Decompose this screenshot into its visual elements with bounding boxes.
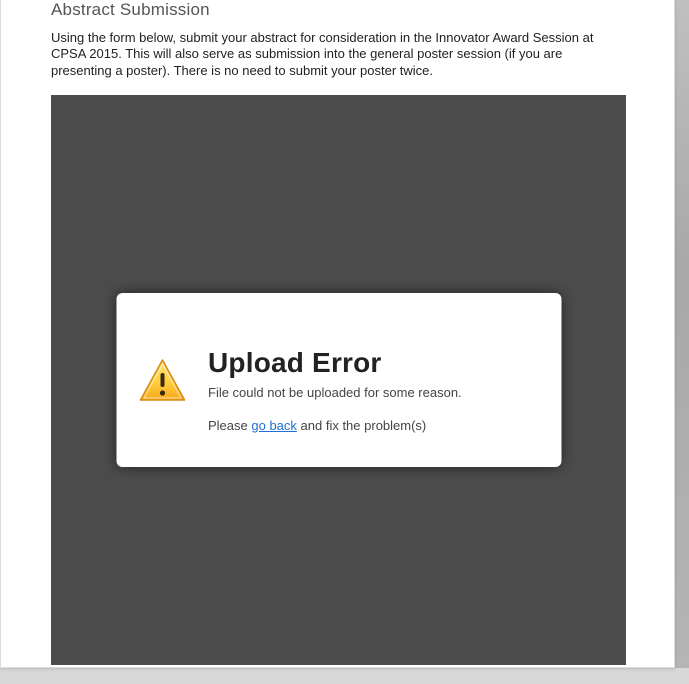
error-action: Please go back and fix the problem(s) (208, 418, 539, 433)
error-action-suffix: and fix the problem(s) (297, 418, 426, 433)
page-title: Abstract Submission (51, 0, 624, 20)
page-container: Abstract Submission Using the form below… (0, 0, 675, 668)
error-body: Upload Error File could not be uploaded … (208, 323, 539, 433)
background-sidebar (675, 0, 689, 668)
intro-text: Using the form below, submit your abstra… (51, 30, 624, 79)
warning-icon (138, 357, 186, 405)
error-action-prefix: Please (208, 418, 251, 433)
form-embed-frame: Upload Error File could not be uploaded … (51, 95, 626, 665)
error-message: File could not be uploaded for some reas… (208, 385, 539, 400)
error-title: Upload Error (208, 347, 539, 379)
go-back-link[interactable]: go back (251, 418, 297, 433)
error-dialog: Upload Error File could not be uploaded … (116, 293, 561, 467)
content-area: Abstract Submission Using the form below… (1, 0, 674, 665)
